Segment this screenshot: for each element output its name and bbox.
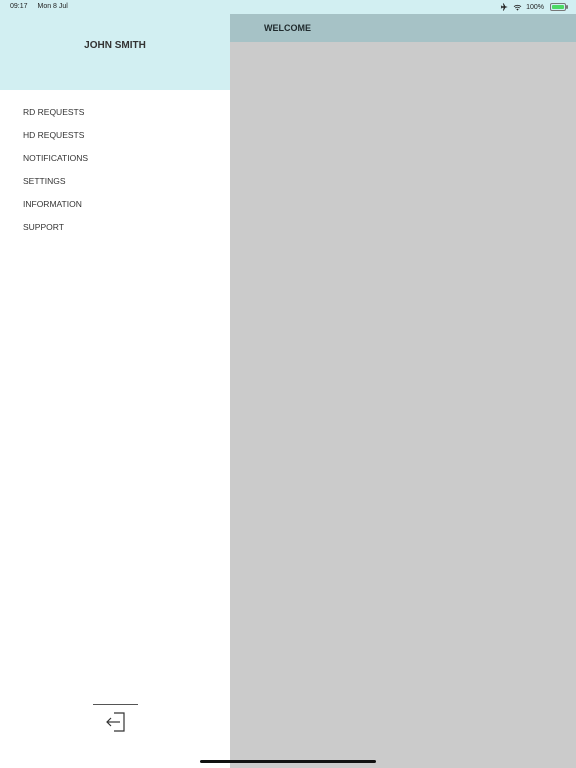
drawer-menu: RD REQUESTS HD REQUESTS NOTIFICATIONS SE… [0, 106, 230, 244]
home-indicator[interactable] [200, 760, 376, 763]
status-date: Mon 8 Jul [37, 3, 68, 10]
menu-item-information[interactable]: INFORMATION [0, 198, 230, 221]
menu-item-rd-requests[interactable]: RD REQUESTS [0, 106, 230, 129]
logout-divider [93, 704, 138, 705]
logout-button[interactable] [104, 710, 128, 734]
menu-item-settings[interactable]: SETTINGS [0, 175, 230, 198]
top-bar: WELCOME [230, 14, 576, 42]
user-name: JOHN SMITH [84, 40, 146, 51]
menu-item-notifications[interactable]: NOTIFICATIONS [0, 152, 230, 175]
battery-icon [550, 3, 568, 11]
status-bar: 09:17 Mon 8 Jul 100% [0, 0, 576, 14]
logout-icon [106, 712, 125, 732]
status-right: 100% [500, 3, 568, 11]
drawer-header: JOHN SMITH [0, 14, 230, 90]
wifi-icon [513, 4, 522, 11]
status-time: 09:17 [10, 3, 28, 10]
menu-item-support[interactable]: SUPPORT [0, 221, 230, 244]
status-left: 09:17 Mon 8 Jul [10, 3, 76, 10]
battery-percent: 100% [526, 3, 544, 11]
menu-item-hd-requests[interactable]: HD REQUESTS [0, 129, 230, 152]
main-content: WELCOME [230, 14, 576, 768]
page-title: WELCOME [264, 23, 311, 33]
airplane-icon [500, 3, 508, 11]
side-drawer: JOHN SMITH RD REQUESTS HD REQUESTS NOTIF… [0, 14, 230, 768]
